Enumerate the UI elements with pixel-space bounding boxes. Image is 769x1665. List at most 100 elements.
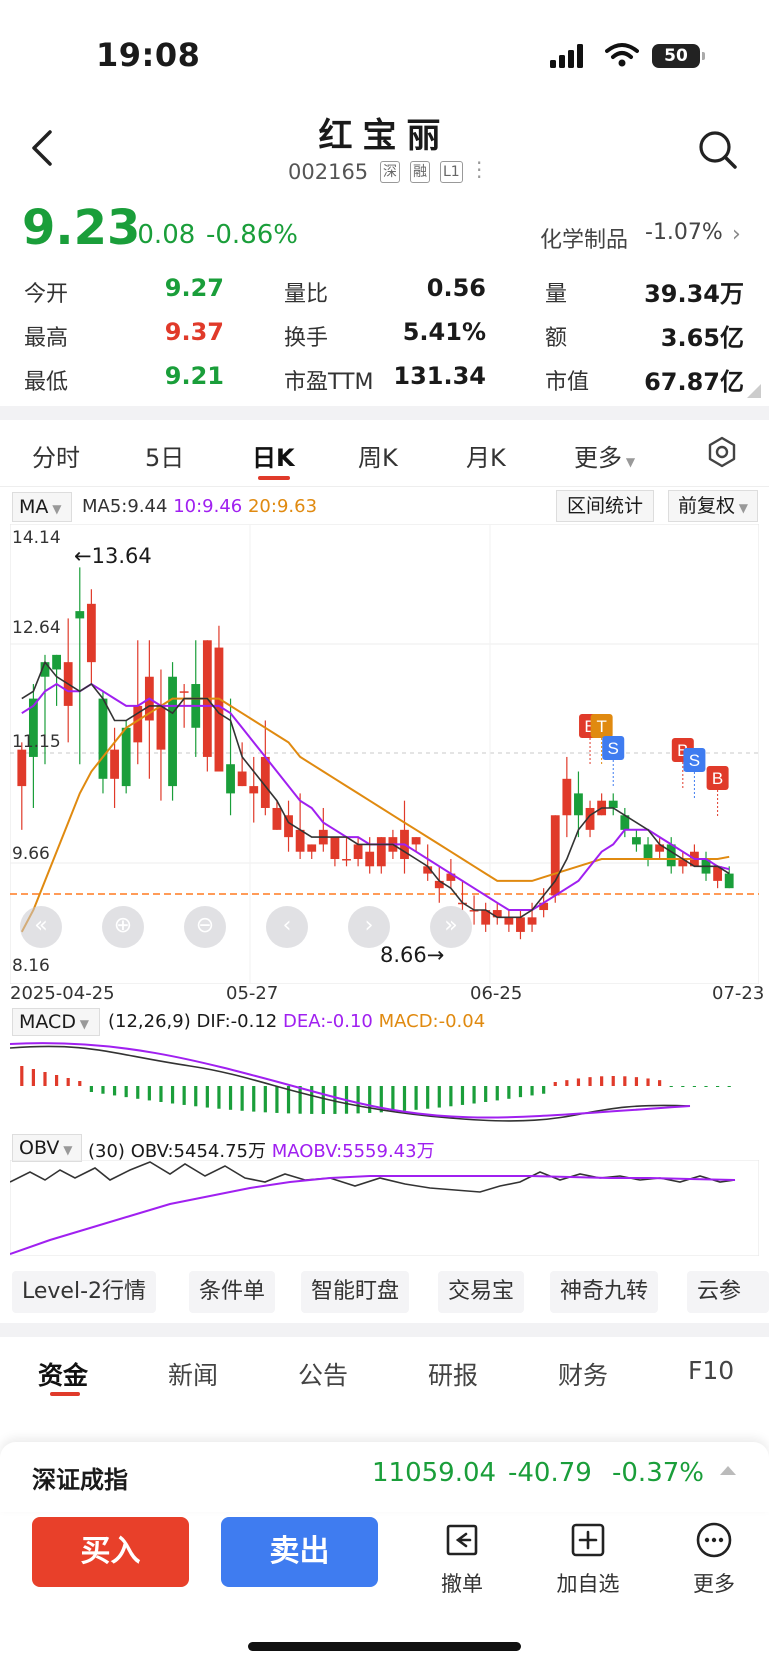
stat-value: 5.41% xyxy=(402,318,486,346)
candle-body xyxy=(121,727,131,787)
more-button[interactable]: 更多 xyxy=(674,1520,754,1598)
macd-bar xyxy=(460,1086,465,1105)
macd-bar xyxy=(611,1076,615,1086)
date-label: 07-23 xyxy=(712,983,765,1004)
expand-up-icon[interactable] xyxy=(720,1466,736,1475)
expand-corner-icon[interactable] xyxy=(747,384,761,398)
y-tick: 14.14 xyxy=(12,528,61,548)
signal-letter: S xyxy=(608,739,619,758)
date-label: 05-27 xyxy=(226,983,279,1004)
candle-body xyxy=(574,793,583,816)
candle-body xyxy=(17,749,27,787)
scroll-right-icon[interactable]: › xyxy=(348,906,390,948)
sell-button[interactable]: 卖出 xyxy=(221,1517,378,1587)
obv-value: OBV:5454.75万 xyxy=(130,1141,266,1162)
ma-selector[interactable]: MA ▼ xyxy=(12,492,72,522)
tab-more-label: 更多 xyxy=(574,444,622,472)
macd-bar xyxy=(495,1086,499,1101)
macd-bar xyxy=(252,1086,256,1112)
chevron-right-icon[interactable]: › xyxy=(732,222,741,247)
macd-bar xyxy=(530,1086,534,1096)
macd-label: MACD xyxy=(19,1011,76,1033)
search-icon[interactable] xyxy=(696,128,740,172)
tab-intraday[interactable]: 分时 xyxy=(32,438,80,473)
macd-bar xyxy=(402,1086,407,1111)
range-stats-button[interactable]: 区间统计 xyxy=(556,490,654,522)
price-change-pct: -0.86% xyxy=(206,220,298,250)
y-tick: 8.16 xyxy=(12,956,50,976)
maobv-line xyxy=(10,1175,736,1255)
candle-body xyxy=(353,844,363,860)
index-value: 11059.04 xyxy=(372,1458,497,1488)
cancel-order-button[interactable]: 撤单 xyxy=(422,1520,502,1598)
tab-finance[interactable]: 财务 xyxy=(558,1356,608,1392)
status-time: 19:08 xyxy=(96,36,201,74)
candle-body xyxy=(608,800,618,808)
scroll-to-start-icon[interactable]: « xyxy=(20,906,62,948)
chart-settings-icon[interactable] xyxy=(706,436,738,468)
obv-selector[interactable]: OBV ▼ xyxy=(12,1134,82,1162)
tab-5day[interactable]: 5日 xyxy=(145,438,184,473)
macd-bar xyxy=(484,1086,488,1102)
tab-research[interactable]: 研报 xyxy=(428,1356,478,1392)
scroll-left-icon[interactable]: ‹ xyxy=(266,906,308,948)
zoom-out-icon[interactable]: ⊖ xyxy=(184,906,226,948)
candle-body xyxy=(411,837,421,845)
tab-more[interactable]: 更多 ▼ xyxy=(574,438,635,473)
active-tab-indicator xyxy=(258,476,290,480)
chip-level2[interactable]: Level-2行情 xyxy=(12,1271,157,1313)
macd-bar xyxy=(414,1086,418,1110)
tab-announcements[interactable]: 公告 xyxy=(298,1356,348,1392)
macd-bar xyxy=(66,1078,70,1086)
stat-label: 量比 xyxy=(284,282,329,307)
macd-bar xyxy=(54,1075,59,1086)
chip-conditional-order[interactable]: 条件单 xyxy=(189,1271,276,1313)
macd-params: (12,26,9) xyxy=(108,1011,191,1032)
tab-monthly-k[interactable]: 月K xyxy=(466,438,506,473)
tab-news[interactable]: 新闻 xyxy=(168,1356,218,1392)
index-change-pct: -0.37% xyxy=(612,1458,704,1488)
add-watchlist-button[interactable]: 加自选 xyxy=(548,1520,628,1598)
sector-change[interactable]: -1.07% xyxy=(645,220,723,245)
macd-bar xyxy=(240,1086,244,1111)
chip-nine-turn[interactable]: 神奇九转 xyxy=(550,1271,659,1313)
candle-body xyxy=(284,815,293,838)
macd-bar xyxy=(553,1082,557,1086)
macd-bar xyxy=(321,1086,325,1114)
signal-letter: B xyxy=(712,769,723,788)
chip-cloud-ref[interactable]: 云参 xyxy=(687,1271,769,1313)
scroll-to-end-icon[interactable]: » xyxy=(430,906,472,948)
macd-bar xyxy=(542,1086,546,1094)
price-adjust-button[interactable]: 前复权 ▼ xyxy=(668,490,758,522)
macd-bar xyxy=(147,1086,151,1101)
tab-weekly-k[interactable]: 周K xyxy=(358,438,398,473)
macd-bar xyxy=(228,1086,233,1110)
macd-bar xyxy=(78,1081,82,1086)
chip-smart-watch[interactable]: 智能盯盘 xyxy=(301,1271,410,1313)
macd-bar xyxy=(669,1086,673,1087)
buy-button[interactable]: 买入 xyxy=(32,1517,189,1587)
stat-label: 换手 xyxy=(284,326,329,351)
macd-selector[interactable]: MACD ▼ xyxy=(12,1008,100,1036)
dif-line xyxy=(10,1045,691,1122)
sector-name[interactable]: 化学制品 xyxy=(540,222,628,254)
macd-bar xyxy=(124,1086,128,1098)
chip-trade-treasure[interactable]: 交易宝 xyxy=(438,1271,525,1313)
macd-bar xyxy=(89,1086,93,1092)
obv-chart xyxy=(10,1160,759,1256)
macd-bar xyxy=(217,1086,221,1109)
tab-f10[interactable]: F10 xyxy=(688,1356,734,1385)
caret-down-icon: ▼ xyxy=(734,501,749,515)
y-tick: 9.66 xyxy=(12,844,50,864)
candle-body xyxy=(272,807,282,830)
candle-body xyxy=(86,603,96,663)
tab-daily-k[interactable]: 日K xyxy=(252,438,295,473)
price-adjust-label: 前复权 xyxy=(677,495,735,517)
tab-capital[interactable]: 资金 xyxy=(38,1356,88,1392)
zoom-in-icon[interactable]: ⊕ xyxy=(102,906,144,948)
obv-params: (30) xyxy=(88,1141,125,1162)
macd-bar xyxy=(507,1086,511,1099)
stat-label: 量 xyxy=(545,282,568,307)
more-dots-icon[interactable]: · · · xyxy=(476,153,482,187)
stat-label: 市值 xyxy=(545,370,590,395)
